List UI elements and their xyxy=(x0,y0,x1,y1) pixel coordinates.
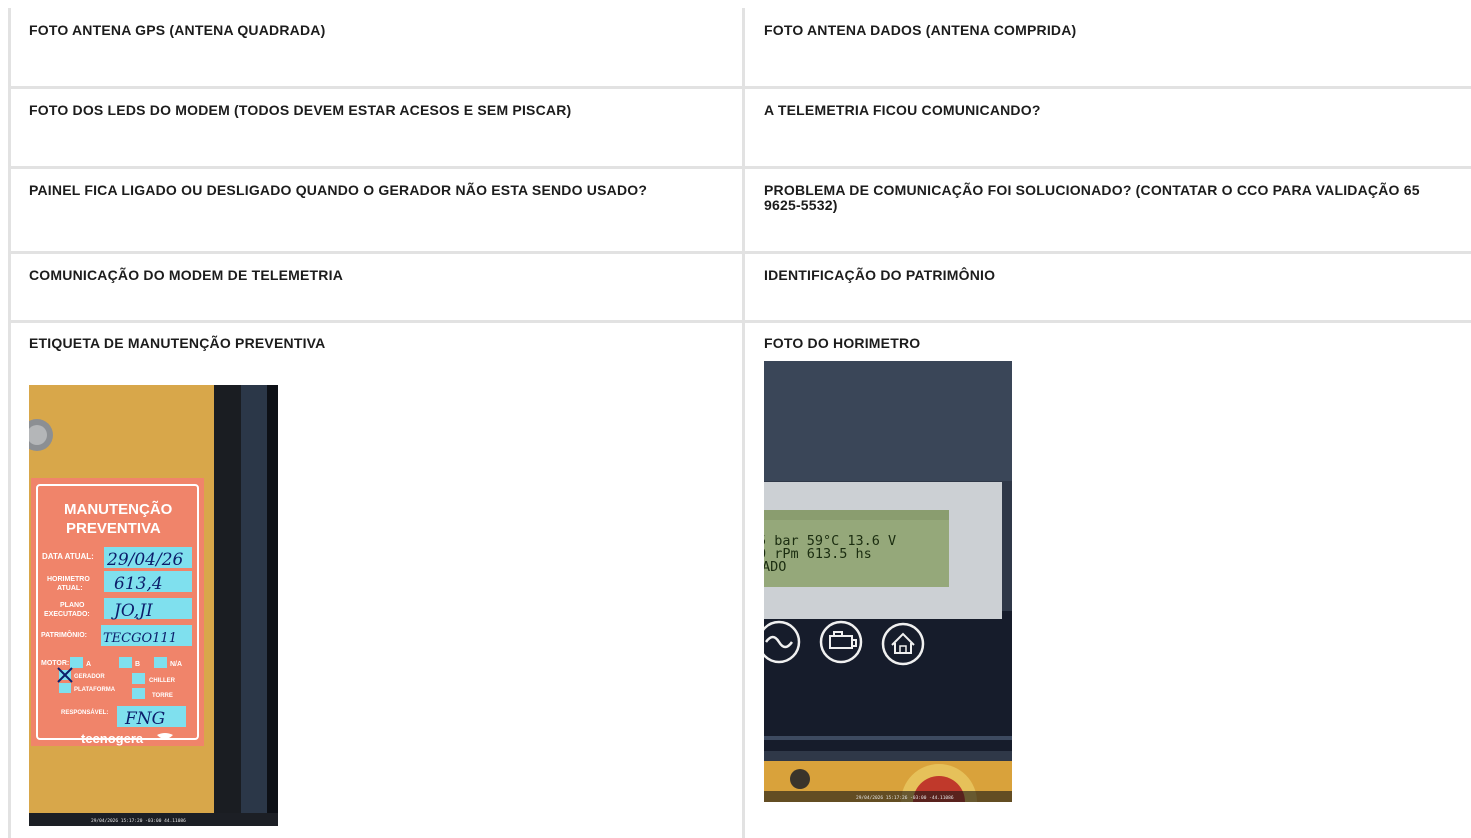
tag-motor-label: MOTOR: xyxy=(41,660,69,667)
tag-patrimonio-label: PATRIMÔNIO: xyxy=(41,630,87,639)
tag-opt-chiller: CHILLER xyxy=(149,678,176,684)
field-label-identificacao-patrimonio: IDENTIFICAÇÃO DO PATRIMÔNIO xyxy=(764,267,996,283)
field-label-telemetria-comunicando: A TELEMETRIA FICOU COMUNICANDO? xyxy=(764,102,1041,118)
column-divider xyxy=(742,8,745,838)
tag-opt-plataforma: PLATAFORMA xyxy=(74,687,116,693)
row-divider xyxy=(8,320,1471,323)
field-label-leds-modem: FOTO DOS LEDS DO MODEM (TODOS DEVEM ESTA… xyxy=(29,102,572,118)
horimetro-photo[interactable]: 5 bar 59°C 13.6 V 0 rPm 613.5 hs ADO 29/… xyxy=(764,361,1012,802)
tag-data-label: DATA ATUAL: xyxy=(42,552,94,561)
tag-plano-label-2: EXECUTADO: xyxy=(44,611,90,618)
tag-patrimonio-value: TECGO111 xyxy=(103,631,177,646)
field-label-antena-gps: FOTO ANTENA GPS (ANTENA QUADRADA) xyxy=(29,22,326,38)
tag-opt-gerador: GERADOR xyxy=(74,674,105,680)
maintenance-tag-photo[interactable]: MANUTENÇÃO PREVENTIVA DATA ATUAL: 29/04/… xyxy=(29,385,278,826)
field-label-comunicacao-modem: COMUNICAÇÃO DO MODEM DE TELEMETRIA xyxy=(29,267,344,283)
form-page: FOTO ANTENA GPS (ANTENA QUADRADA) FOTO A… xyxy=(0,0,1471,838)
field-label-problema-comunicacao: PROBLEMA DE COMUNICAÇÃO FOI SOLUCIONADO?… xyxy=(764,182,1420,213)
field-label-antena-dados: FOTO ANTENA DADOS (ANTENA COMPRIDA) xyxy=(764,22,1077,38)
tag-responsavel-label: RESPONSÁVEL: xyxy=(61,709,108,716)
tag-horimetro-label: HORIMETRO xyxy=(47,576,90,583)
tag-opt-na: N/A xyxy=(170,661,182,668)
tag-opt-torre: TORRE xyxy=(152,693,173,699)
tag-opt-b: B xyxy=(135,661,140,668)
tag-responsavel-value: FNG xyxy=(124,709,165,729)
tag-opt-a: A xyxy=(86,661,91,668)
field-label-foto-horimetro: FOTO DO HORIMETRO xyxy=(764,335,921,351)
tag-brand-logo: tecnogera xyxy=(81,731,144,746)
field-label-painel-ligado: PAINEL FICA LIGADO OU DESLIGADO QUANDO O… xyxy=(29,182,648,198)
tag-title-2: PREVENTIVA xyxy=(66,520,161,537)
left-border xyxy=(8,8,11,838)
tag-horimetro-label-2: ATUAL: xyxy=(57,585,83,592)
tag-plano-label: PLANO xyxy=(60,602,85,609)
row-divider xyxy=(8,166,1471,169)
tag-horimetro-value: 613,4 xyxy=(114,574,163,594)
tag-plano-value: JO,JI xyxy=(111,601,153,621)
photo-timestamp: 29/04/2026 15:17:26 -03:00 -44.11086 xyxy=(856,795,954,801)
tag-data-value: 29/04/26 xyxy=(106,550,184,570)
field-label-etiqueta-manutencao: ETIQUETA DE MANUTENÇÃO PREVENTIVA xyxy=(29,335,326,351)
lcd-line-3: ADO xyxy=(764,559,786,575)
photo-timestamp: 29/04/2026 15:17:20 -03:00 44.11086 xyxy=(91,818,186,824)
row-divider xyxy=(8,86,1471,89)
row-divider xyxy=(8,251,1471,254)
tag-title-1: MANUTENÇÃO xyxy=(64,500,173,518)
